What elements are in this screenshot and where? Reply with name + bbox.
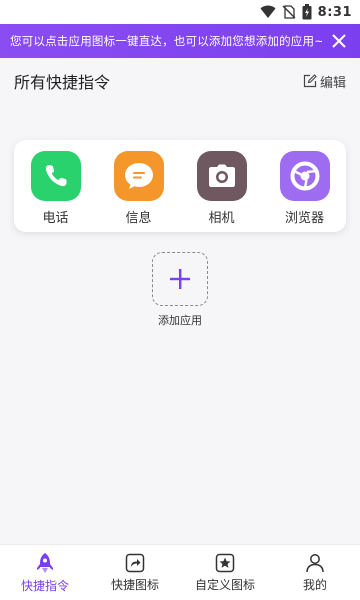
nav-custom-icons[interactable]: 自定义图标 [180,545,270,600]
add-app[interactable]: 添加应用 [0,252,360,328]
edit-button[interactable]: 编辑 [303,72,346,91]
app-label: 信息 [125,211,152,226]
app-label: 相机 [208,211,235,226]
battery-icon [302,4,312,20]
shortcut-card: 电话 信息 相机 浏览器 [14,140,346,232]
star-icon [215,553,235,572]
banner-text: 您可以点击应用图标一键直达，也可以添加您想添加的应用~ [10,34,322,48]
phone-icon [30,151,81,201]
edit-icon [303,74,317,88]
app-browser[interactable]: 浏览器 [270,151,340,226]
nav-label: 我的 [302,577,327,592]
app-message[interactable]: 信息 [104,151,174,226]
close-icon[interactable] [326,28,352,54]
wifi-icon [260,5,276,18]
nav-label: 快捷图标 [110,577,159,592]
app-label: 电话 [42,211,69,226]
status-bar: 8:31 [0,0,360,24]
browser-icon [279,151,330,201]
rocket-icon [37,552,53,573]
bottom-nav: 快捷指令 快捷图标 自定义图标 我的 [0,544,360,600]
page-title: 所有快捷指令 [14,73,111,92]
nav-shortcut-icons[interactable]: 快捷图标 [90,545,180,600]
app-camera[interactable]: 相机 [187,151,257,226]
plus-icon [170,269,190,289]
nav-label: 快捷指令 [20,578,69,593]
no-sim-icon [282,5,296,19]
message-icon [113,151,164,201]
app-label: 浏览器 [284,211,324,226]
app-phone[interactable]: 电话 [21,151,91,226]
nav-label: 自定义图标 [194,577,255,592]
tip-banner: 您可以点击应用图标一键直达，也可以添加您想添加的应用~ [0,24,360,58]
nav-profile[interactable]: 我的 [270,545,360,600]
status-time: 8:31 [317,4,352,20]
camera-icon [196,151,247,201]
share-icon [125,553,145,572]
edit-label: 编辑 [319,75,346,91]
add-app-button[interactable] [152,252,208,306]
header-row: 所有快捷指令 编辑 [0,58,360,104]
profile-icon [306,553,324,572]
nav-shortcuts[interactable]: 快捷指令 [0,545,90,600]
add-app-label: 添加应用 [158,314,202,327]
